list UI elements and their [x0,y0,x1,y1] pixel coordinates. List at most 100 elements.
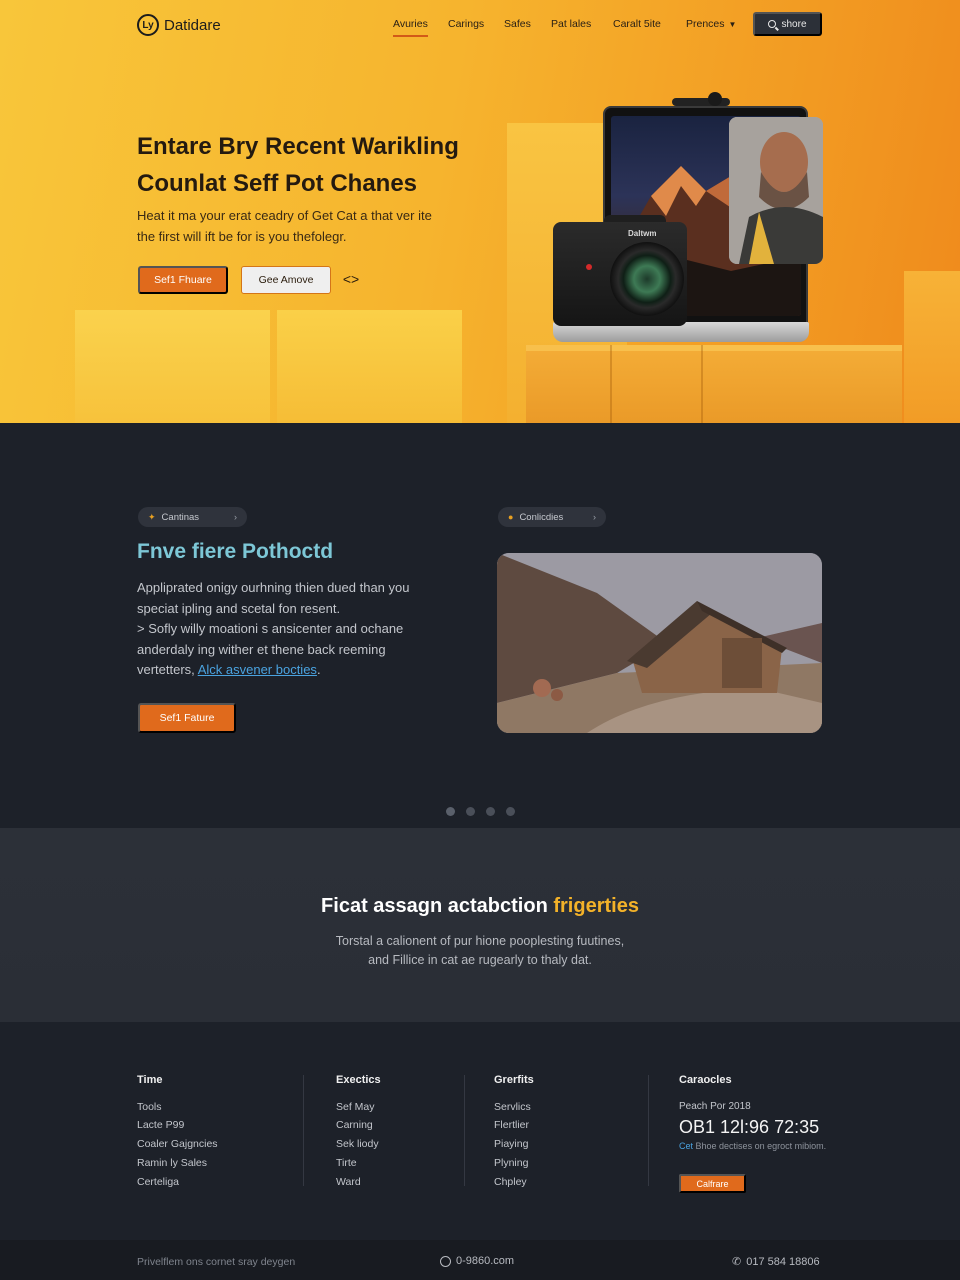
camera-lens-graphic [610,242,684,316]
feature-body-link[interactable]: Alck asvener bocties [198,662,317,677]
carousel-dot[interactable] [486,807,495,816]
search-icon [768,20,777,28]
pedestal-seam [701,345,703,423]
portrait-photo [729,117,823,264]
tripod-knob-graphic [708,92,722,106]
feature-body-line: speciat ipling and scetal fon resent. [137,600,341,616]
nav-link-pat-lales[interactable]: Pat lales [551,18,591,30]
contact-number: OB1 12l:96 72:35 [679,1117,820,1137]
footer-link[interactable]: Flertlier [494,1119,529,1131]
footer-link[interactable]: Chpley [494,1176,527,1188]
category-pill-left[interactable]: ✦ Cantinas › [138,507,247,527]
contact-button[interactable]: Calfrare [679,1174,746,1193]
chevron-down-icon: ▼ [728,20,737,29]
nav-link-carings[interactable]: Carings [448,18,484,30]
footer-link[interactable]: Ward [336,1176,361,1188]
cta-subtitle-line: Torstal a calionent of pur hione pooples… [335,934,625,948]
man-portrait-image [729,117,823,264]
pill-label: Cantinas [161,511,200,523]
product-pedestal [526,345,902,423]
cta-title-main: Ficat assagn actabction [321,895,548,917]
cta-subtitle: Torstal a calionent of pur hione pooples… [0,932,960,969]
hero-subtitle-line: the first will ift be for is you thefole… [137,229,347,244]
feature-title: Fnve fiere Pothoctd [137,540,334,563]
logo[interactable]: Ly Datidare [137,14,221,36]
footer-col4-heading: Caraocles [679,1074,732,1086]
footer-link[interactable]: Piaying [494,1138,528,1150]
sparkle-icon: ✦ [148,511,156,522]
chevron-right-icon: › [234,512,237,522]
carousel-dot[interactable] [446,807,455,816]
feature-body: Appliprated onigy ourhning thien dued th… [137,578,437,681]
footer-link[interactable]: Tirte [336,1157,357,1169]
decor-block [277,310,462,423]
website-link[interactable]: 0-9860.com [440,1255,514,1267]
copyright-text: Privelflem ons cornet sray deygen [137,1256,296,1268]
cta-title-accent: frigerties [553,895,639,917]
footer-link[interactable]: Tools [137,1101,162,1113]
decor-block [75,310,270,423]
nav-link-caralt-site[interactable]: Caralt 5ite [613,18,661,30]
category-pill-right[interactable]: ● Conlicdies › [498,507,606,527]
feature-body-line: > Sofly willy moationi s ansicenter and … [137,621,404,636]
cta-subtitle-line: and Fillice in cat ae rugearly to thaly … [368,952,592,967]
feature-body-line: anderdaly ing wither et thene back reemi… [137,641,386,657]
footer-col1-heading: Time [137,1074,163,1086]
carousel-dot[interactable] [466,807,475,816]
decor-block [904,271,960,423]
footer-link[interactable]: Carning [336,1119,373,1131]
phone-link[interactable]: ✆ 017 584 18806 [732,1255,820,1269]
footer-divider [303,1075,304,1186]
footer-divider [464,1075,465,1186]
contact-note: Cet Bhoe dectises on egroct mibiom. [679,1141,829,1152]
barn-landscape-image [497,553,822,733]
camera-record-indicator [586,264,592,270]
nav-link-prences[interactable]: Prences ▼ [686,18,736,30]
hero-title-line: Counlat Seff Pot Chanes [137,170,418,197]
badge-icon: ● [508,512,514,522]
hero-title: Entare Bry Recent Warikling Counlat Seff… [137,128,497,202]
feature-button[interactable]: Sef1 Fature [138,703,236,733]
feature-body-line: Appliprated onigy ourhning thien dued th… [137,580,410,595]
chevron-right-icon: › [593,512,596,522]
hero-subtitle: Heat it ma your erat ceadry of Get Cat a… [137,205,467,247]
cta-section [0,828,960,1022]
phone-icon: ✆ [732,1256,742,1268]
hero-primary-button[interactable]: Sef1 Fhuare [138,266,228,294]
footer-link[interactable]: Ramin ly Sales [137,1157,207,1169]
footer-col3-heading: Grerfits [494,1074,534,1086]
nav-link-safes[interactable]: Safes [504,18,531,30]
hero-secondary-button[interactable]: Gee Amove [241,266,331,294]
globe-icon [440,1255,451,1267]
footer-link[interactable]: Lacte P99 [137,1119,184,1131]
hero-title-line: Entare Bry Recent Warikling [137,133,459,160]
hero-subtitle-line: Heat it ma your erat ceadry of Get Cat a… [137,208,432,223]
footer-link[interactable]: Sek liody [336,1138,379,1150]
pedestal-seam [610,345,612,423]
logo-mark-icon: Ly [137,14,159,36]
footer-link[interactable]: Plyning [494,1157,528,1169]
share-icon[interactable]: <> [342,270,360,288]
search-button[interactable]: shore [753,12,822,36]
nav-link-avuries[interactable]: Avuries [393,18,428,37]
feature-body-punctuation: . [316,662,321,677]
phone-text: 017 584 18806 [746,1255,820,1268]
search-button-label: shore [781,18,807,30]
footer-link[interactable]: Coaler Gajgncies [137,1138,218,1150]
cta-title: Ficat assagn actabction frigerties [0,895,960,918]
footer-link[interactable]: Servlics [494,1101,531,1113]
footer-divider [648,1075,649,1186]
pill-label: Conlicdies [519,511,564,523]
contact-note-highlight: Cet [679,1141,694,1151]
nav-link-prences-label: Prences [686,18,725,30]
barn-photo [497,553,822,733]
top-nav: Ly Datidare Avuries Carings Safes Pat la… [0,0,960,50]
carousel-dot[interactable] [506,807,515,816]
contact-note-text: Bhoe dectises on egroct mibiom. [695,1141,827,1151]
feature-body-line: vertetters, [137,662,195,677]
logo-text: Datidare [164,16,221,34]
footer-link[interactable]: Sef May [336,1101,375,1113]
footer-link[interactable]: Certeliga [137,1176,179,1188]
footer-col2-heading: Exectics [336,1074,381,1086]
camera-brand-label: Daltwm [628,229,657,238]
